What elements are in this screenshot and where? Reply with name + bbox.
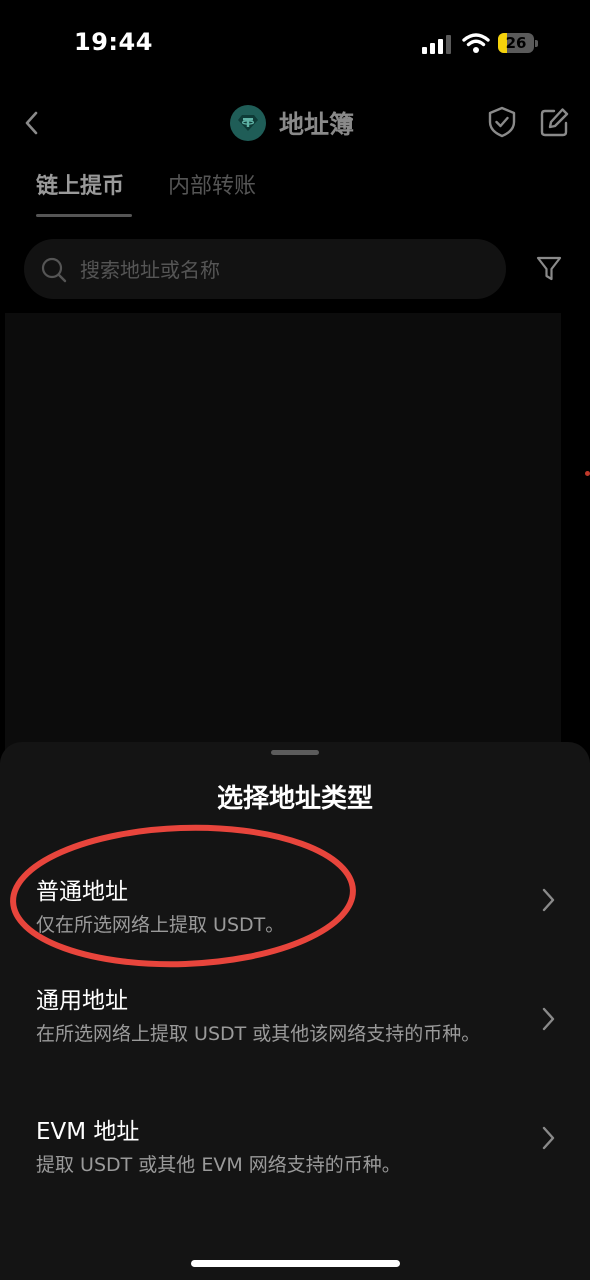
chevron-right-icon [542, 888, 555, 912]
edge-indicator-dot [585, 471, 590, 476]
address-list [5, 313, 561, 753]
battery-percent: 26 [505, 34, 527, 52]
option-description: 提取 USDT 或其他 EVM 网络支持的币种。 [36, 1154, 401, 1176]
search-icon [41, 257, 67, 283]
chevron-right-icon [542, 1126, 555, 1150]
battery-icon: 26 [498, 31, 540, 55]
edit-icon[interactable] [538, 105, 570, 139]
option-evm-address[interactable]: EVM 地址 提取 USDT 或其他 EVM 网络支持的币种。 [0, 1112, 590, 1192]
tether-icon [230, 105, 266, 141]
sheet-title: 选择地址类型 [216, 784, 373, 814]
option-title: EVM 地址 [36, 1119, 140, 1145]
cellular-signal-icon [422, 35, 451, 54]
active-tab-indicator [36, 214, 132, 217]
shield-check-icon[interactable] [486, 105, 518, 139]
home-indicator[interactable] [191, 1260, 400, 1267]
status-time: 19:44 [74, 28, 153, 56]
search-input[interactable] [78, 239, 482, 301]
option-description: 在所选网络上提取 USDT 或其他该网络支持的币种。 [36, 1023, 481, 1045]
filter-icon[interactable] [535, 254, 563, 284]
tab-internal-transfer[interactable]: 内部转账 [168, 168, 256, 200]
page-title: 地址簿 [279, 110, 355, 139]
option-universal-address[interactable]: 通用地址 在所选网络上提取 USDT 或其他该网络支持的币种。 [0, 981, 590, 1071]
wifi-icon [462, 33, 490, 53]
page-title-group: 地址簿 [230, 103, 354, 143]
tab-onchain-withdraw[interactable]: 链上提币 [36, 168, 124, 200]
status-bar: 19:44 26 [0, 0, 590, 90]
nav-bar: 地址簿 [0, 95, 590, 151]
highlight-ellipse [10, 824, 356, 968]
chevron-right-icon [542, 1007, 555, 1031]
search-bar[interactable] [24, 239, 506, 301]
back-icon[interactable] [18, 105, 48, 141]
option-title: 通用地址 [36, 988, 128, 1014]
sheet-drag-handle[interactable] [271, 750, 319, 755]
